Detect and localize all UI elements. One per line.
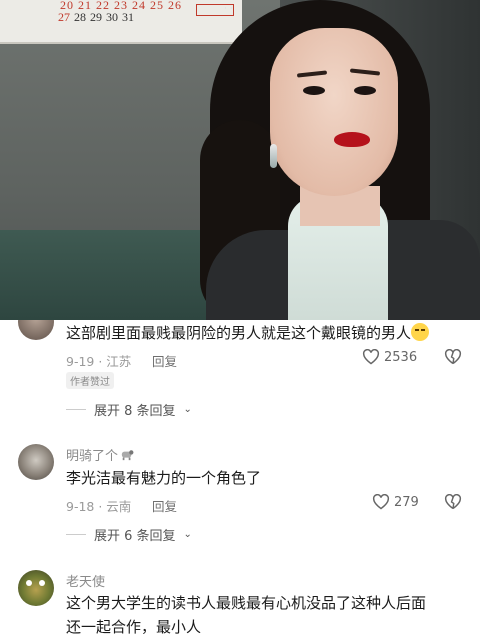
broken-heart-icon (444, 348, 462, 365)
username[interactable]: 明骑了个 (66, 445, 134, 464)
broken-heart-icon (444, 493, 462, 510)
crying-emoji-icon (411, 323, 430, 341)
avatar[interactable] (18, 444, 54, 480)
dislike-button[interactable] (444, 493, 462, 514)
avatar[interactable] (18, 570, 54, 606)
comment-text: 李光洁最有魅力的一个角色了 (66, 469, 262, 487)
comment-date-location: 9-18 · 云南 (66, 499, 132, 514)
comment-text-line-2: 还一起合作，最小人 (66, 618, 202, 636)
chevron-down-icon: ⌄ (183, 404, 192, 415)
divider-line (66, 534, 86, 535)
like-count: 2536 (384, 349, 418, 365)
reply-button[interactable]: 回复 (152, 351, 177, 370)
like-button[interactable]: 279 (372, 494, 419, 510)
wall-calendar: 20 21 22 23 24 25 26 27 28 29 30 31 (0, 0, 242, 44)
calendar-row-2: 27 28 29 30 31 (58, 10, 134, 24)
left-eye (303, 86, 325, 95)
author-liked-tag: 作者赞过 (66, 372, 114, 389)
expand-label: 展开 6 条回复 (94, 529, 176, 544)
expand-replies-button[interactable]: 展开 8 条回复 ⌄ (66, 400, 192, 419)
woman-face (270, 28, 398, 196)
reply-button[interactable]: 回复 (152, 496, 177, 515)
divider-line (66, 409, 86, 410)
comment-list: 这部剧里面最贱最阴险的男人就是这个戴眼镜的男人 9-19 · 江苏 回复 253… (0, 320, 480, 640)
video-frame[interactable]: 20 21 22 23 24 25 26 27 28 29 30 31 · · (0, 0, 480, 320)
avatar[interactable] (18, 320, 54, 340)
expand-replies-button[interactable]: 展开 6 条回复 ⌄ (66, 525, 192, 544)
dislike-button[interactable] (444, 348, 462, 369)
like-count: 279 (394, 494, 419, 510)
sheep-badge-icon (121, 450, 134, 461)
comment-date-location: 9-19 · 江苏 (66, 354, 132, 369)
video-watermark: · · (224, 4, 233, 14)
heart-icon (362, 349, 380, 365)
red-lips (334, 132, 370, 147)
username[interactable]: 老天使 (66, 571, 105, 590)
earring (270, 144, 277, 168)
like-button[interactable]: 2536 (362, 349, 417, 365)
chevron-down-icon: ⌄ (183, 529, 192, 540)
coat-right (378, 220, 480, 320)
heart-icon (372, 494, 390, 510)
comment-text: 这部剧里面最贱最阴险的男人就是这个戴眼镜的男人 (66, 322, 430, 344)
right-eye (354, 86, 376, 95)
comment-text-line-1: 这个男大学生的读书人最贱最有心机没品了这种人后面 (66, 594, 427, 612)
expand-label: 展开 8 条回复 (94, 404, 176, 419)
